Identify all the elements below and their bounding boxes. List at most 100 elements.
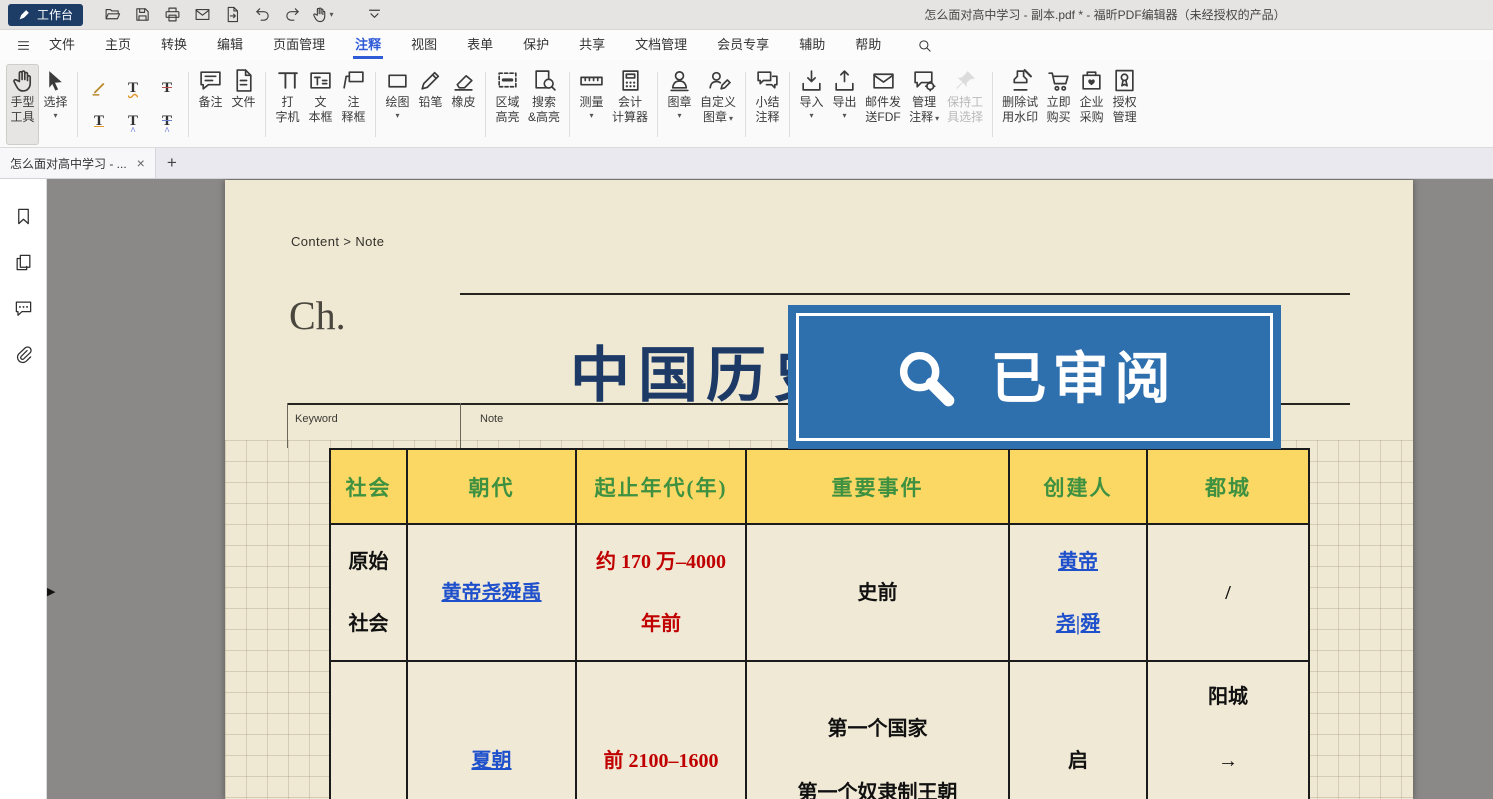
group-separator [485, 72, 486, 137]
search-icon[interactable] [912, 33, 936, 57]
column-header: 起止年代(年) [576, 449, 746, 524]
tool-import[interactable]: 导入▾ [795, 64, 828, 145]
tool-enterprise-purchase[interactable]: 企业采购 [1075, 64, 1108, 145]
mail-fdf-icon [871, 68, 896, 93]
panel-expand-handle[interactable]: ▶ [47, 587, 55, 598]
menu-item-0[interactable]: 文件 [34, 30, 90, 60]
tab-close-button[interactable]: × [137, 156, 145, 170]
menu-item-9[interactable]: 共享 [564, 30, 620, 60]
group-separator [77, 72, 78, 137]
import-icon [799, 68, 824, 93]
table-link[interactable]: 夏朝 [472, 749, 512, 773]
menu-item-12[interactable]: 辅助 [784, 30, 840, 60]
tool-mail-fdf[interactable]: 邮件发送FDF [861, 64, 905, 145]
menu-item-2[interactable]: 转换 [146, 30, 202, 60]
tool-draw[interactable]: 绘图▾ [381, 64, 414, 145]
tool-stamp[interactable]: 图章▾ [663, 64, 696, 145]
table-text: 社会 [349, 612, 389, 636]
undo-button[interactable] [249, 4, 275, 26]
menu-item-3[interactable]: 编辑 [202, 30, 258, 60]
tool-insert-text[interactable]: T [117, 106, 149, 137]
tool-label: 导出▾ [833, 95, 857, 120]
menu-item-11[interactable]: 会员专享 [702, 30, 784, 60]
tool-eraser[interactable]: 橡皮 [447, 64, 480, 145]
tool-label: 图章▾ [668, 95, 692, 120]
ruled-vline [460, 403, 461, 448]
redo-icon [284, 6, 301, 23]
chapter-label: Ch. [289, 292, 346, 339]
document-area: ▶ Content > Note Ch. 中国历史 Keyword Note 社… [47, 179, 1493, 799]
group-separator [789, 72, 790, 137]
tool-underline-text[interactable]: T [83, 106, 115, 137]
redo-button[interactable] [279, 4, 305, 26]
tool-note[interactable]: 备注 [194, 64, 227, 145]
tool-buy-now[interactable]: 立即购买 [1042, 64, 1075, 145]
hand-mode-button[interactable]: ▾ [309, 4, 335, 26]
sidebar-bookmarks-button[interactable] [11, 205, 35, 227]
tool-label: 测量▾ [580, 95, 604, 120]
convert-doc-button[interactable] [219, 4, 245, 26]
table-link[interactable]: 黄帝 [1058, 550, 1098, 574]
sidebar-attachments-button[interactable] [11, 343, 35, 365]
tool-search-highlight[interactable]: 搜索&高亮 [524, 64, 564, 145]
insert-text-icon: T [128, 113, 138, 130]
tool-custom-stamp[interactable]: 自定义图章▾ [696, 64, 740, 145]
menu-item-8[interactable]: 保护 [508, 30, 564, 60]
menu-item-1[interactable]: 主页 [90, 30, 146, 60]
table-text: 史前 [858, 581, 898, 605]
open-button[interactable] [99, 4, 125, 26]
table-text: 约 170 万–4000 [596, 550, 726, 574]
tool-highlight-text[interactable] [83, 73, 115, 104]
tool-remove-trial-watermark[interactable]: 删除试用水印 [998, 64, 1042, 145]
save-button[interactable] [129, 4, 155, 26]
tool-strikeout-text[interactable]: T [151, 73, 183, 104]
menu-item-4[interactable]: 页面管理 [258, 30, 340, 60]
tool-calculator[interactable]: 会计计算器 [608, 64, 652, 145]
pages-icon [14, 253, 33, 272]
tool-hand-tool[interactable]: 手型工具 [6, 64, 39, 145]
reviewed-stamp[interactable]: 已审阅 [788, 305, 1281, 449]
tool-select[interactable]: 选择▾ [39, 64, 72, 145]
tool-export[interactable]: 导出▾ [828, 64, 861, 145]
document-tab[interactable]: 怎么面对高中学习 - ... × [0, 148, 156, 178]
hamburger-icon[interactable] [12, 34, 34, 56]
menu-item-7[interactable]: 表单 [452, 30, 508, 60]
mail-doc-button[interactable] [189, 4, 215, 26]
tool-callout[interactable]: 注释框 [337, 64, 370, 145]
table-link[interactable]: 黄帝尧舜禹 [442, 581, 542, 605]
menu-item-13[interactable]: 帮助 [840, 30, 896, 60]
tool-replace-text[interactable]: T [151, 106, 183, 137]
ruled-vline [287, 403, 288, 448]
tool-label: 绘图▾ [385, 95, 409, 120]
tool-measure[interactable]: 测量▾ [575, 64, 608, 145]
squiggly-text-icon: T [128, 80, 138, 97]
menu-items: 文件主页转换编辑页面管理注释视图表单保护共享文档管理会员专享辅助帮助 [34, 30, 896, 60]
group-separator [375, 72, 376, 137]
tool-typewriter[interactable]: 打字机 [271, 64, 304, 145]
workspace-button[interactable]: 工作台 [8, 4, 83, 26]
tool-squiggly-underline[interactable]: T [117, 73, 149, 104]
tool-textbox[interactable]: 文本框 [304, 64, 337, 145]
menu-item-5[interactable]: 注释 [340, 30, 396, 60]
tool-label: 会计计算器 [612, 95, 648, 125]
tool-area-highlight[interactable]: 区域高亮 [491, 64, 524, 145]
ruled-line-top [460, 293, 1350, 295]
tool-pencil[interactable]: 铅笔 [414, 64, 447, 145]
sidebar-pages-button[interactable] [11, 251, 35, 273]
tool-summarize-comments[interactable]: 小结注释 [751, 64, 784, 145]
table-link[interactable]: 尧|舜 [1056, 612, 1100, 636]
tool-label: 铅笔 [418, 95, 442, 110]
print-button[interactable] [159, 4, 185, 26]
customize-toolbar-button[interactable] [361, 4, 387, 26]
menu-item-10[interactable]: 文档管理 [620, 30, 702, 60]
menu-item-6[interactable]: 视图 [396, 30, 452, 60]
highlighter-icon [91, 80, 108, 97]
draw-shape-icon [385, 68, 410, 93]
sidebar-comments-button[interactable] [11, 297, 35, 319]
enterprise-icon [1079, 68, 1104, 93]
tool-keep-tool-selected[interactable]: 保持工具选择 [943, 64, 987, 145]
tool-attach-file[interactable]: 文件 [227, 64, 260, 145]
tool-license-manage[interactable]: 授权管理 [1108, 64, 1141, 145]
new-tab-button[interactable]: + [156, 148, 188, 178]
tool-manage-comments[interactable]: 管理注释▾ [905, 64, 943, 145]
